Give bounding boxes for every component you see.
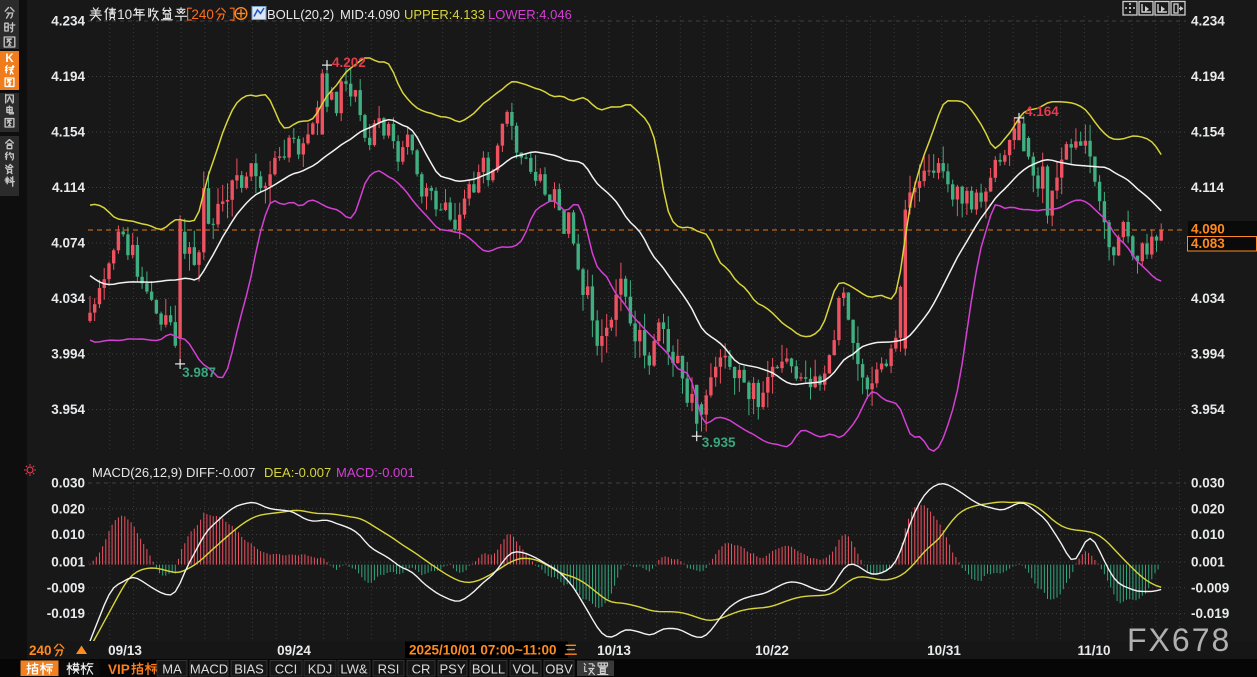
svg-text:DEA:-0.007: DEA:-0.007 [264, 465, 331, 480]
svg-text:0.001: 0.001 [1191, 555, 1225, 570]
svg-text:4.034: 4.034 [51, 291, 85, 306]
svg-text:BOLL: BOLL [472, 662, 505, 677]
svg-text:FX678: FX678 [1127, 622, 1231, 658]
svg-text:-0.019: -0.019 [47, 606, 85, 621]
svg-text:MA: MA [162, 662, 182, 677]
svg-text:LOWER:4.046: LOWER:4.046 [488, 7, 572, 22]
svg-text:-0.009: -0.009 [47, 580, 85, 595]
svg-text:CR: CR [412, 662, 431, 677]
svg-text:240: 240 [191, 7, 214, 22]
svg-text:10: 10 [117, 7, 132, 22]
svg-text:MACD(26,12,9): MACD(26,12,9) [92, 465, 182, 480]
svg-text:4.154: 4.154 [51, 125, 85, 140]
svg-text:4.114: 4.114 [1191, 180, 1225, 195]
svg-text:4.194: 4.194 [1191, 69, 1225, 84]
svg-text:0.020: 0.020 [1191, 501, 1225, 516]
svg-text:3.987: 3.987 [182, 365, 216, 380]
svg-text:10/13: 10/13 [597, 643, 631, 658]
svg-text:09/24: 09/24 [277, 643, 311, 658]
svg-text:4.194: 4.194 [51, 69, 85, 84]
svg-text:11/10: 11/10 [1077, 643, 1110, 658]
svg-text:3.994: 3.994 [1191, 347, 1225, 362]
svg-text:3.994: 3.994 [51, 347, 85, 362]
svg-text:4.074: 4.074 [51, 236, 85, 251]
svg-text:4.034: 4.034 [1191, 291, 1225, 306]
svg-text:3.954: 3.954 [1191, 402, 1225, 417]
svg-text:0.020: 0.020 [51, 501, 85, 516]
svg-text:BOLL(20,2): BOLL(20,2) [267, 7, 334, 22]
svg-text:PSY: PSY [439, 662, 465, 677]
svg-text:BIAS: BIAS [234, 662, 264, 677]
svg-text:VIP: VIP [108, 662, 130, 677]
svg-text:CCI: CCI [275, 662, 297, 677]
svg-text:4.234: 4.234 [1191, 14, 1225, 29]
svg-text:240: 240 [29, 643, 52, 658]
svg-text:3.935: 3.935 [702, 435, 736, 450]
svg-text:0.001: 0.001 [51, 555, 85, 570]
svg-text:-0.009: -0.009 [1191, 580, 1229, 595]
svg-text:4.154: 4.154 [1191, 125, 1225, 140]
svg-text:09/13: 09/13 [108, 643, 142, 658]
svg-text:4.090: 4.090 [1191, 222, 1225, 237]
svg-text:0.010: 0.010 [51, 527, 85, 542]
svg-text:3.954: 3.954 [51, 402, 85, 417]
svg-text:0.030: 0.030 [51, 476, 85, 491]
svg-text:4.164: 4.164 [1025, 104, 1059, 119]
svg-text:UPPER:4.133: UPPER:4.133 [404, 7, 485, 22]
svg-text:OBV: OBV [545, 662, 573, 677]
svg-text:10/22: 10/22 [755, 643, 789, 658]
svg-text:4.202: 4.202 [332, 55, 366, 70]
svg-text:-0.019: -0.019 [1191, 606, 1229, 621]
svg-text:K: K [5, 53, 14, 65]
svg-text:0.030: 0.030 [1191, 476, 1225, 491]
svg-text:RSI: RSI [378, 662, 400, 677]
svg-text:MID:4.090: MID:4.090 [340, 7, 400, 22]
svg-text:LW&: LW& [340, 662, 368, 677]
svg-text:MACD:-0.001: MACD:-0.001 [336, 465, 415, 480]
svg-text:KDJ: KDJ [308, 662, 333, 677]
svg-text:MACD: MACD [190, 662, 228, 677]
svg-text:4.234: 4.234 [51, 14, 85, 29]
svg-text:4.114: 4.114 [52, 180, 86, 195]
svg-text:DIFF:-0.007: DIFF:-0.007 [186, 465, 255, 480]
svg-text:VOL: VOL [512, 662, 538, 677]
svg-text:4.083: 4.083 [1191, 236, 1225, 251]
svg-text:10/31: 10/31 [927, 643, 961, 658]
svg-text:0.010: 0.010 [1191, 527, 1225, 542]
svg-text:2025/10/01 07:00~11:00: 2025/10/01 07:00~11:00 [409, 643, 557, 658]
